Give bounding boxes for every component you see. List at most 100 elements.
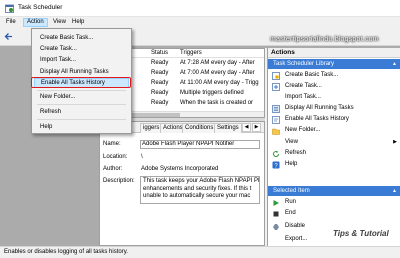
- description-line: enhancements and security fixes. If this…: [143, 185, 252, 192]
- action-label: New Folder...: [285, 127, 321, 133]
- action-label: View: [285, 139, 298, 145]
- description-line: unable to automatically secure your mac: [143, 193, 251, 199]
- menu-separator: [37, 90, 126, 91]
- task-details-pane: iggers Actions Conditions Settings ◀ ▶ N…: [99, 121, 265, 246]
- folder-icon: [272, 128, 280, 135]
- window-title: Task Scheduler: [18, 4, 63, 11]
- action-create-task[interactable]: Create Task...: [268, 81, 400, 92]
- action-run[interactable]: Run: [268, 197, 400, 208]
- action-import-task[interactable]: Import Task...: [268, 92, 400, 103]
- menu-item-label: Refresh: [40, 109, 62, 115]
- menu-view[interactable]: View: [50, 18, 69, 27]
- name-field[interactable]: Adobe Flash Player NPAPI Notifier: [140, 140, 260, 149]
- menu-action[interactable]: Action: [23, 18, 48, 27]
- tab-conditions[interactable]: Conditions: [182, 123, 217, 133]
- tab-triggers[interactable]: iggers: [140, 123, 163, 133]
- menu-item-label: Create Basic Task...: [40, 35, 94, 41]
- action-refresh[interactable]: Refresh: [268, 148, 400, 159]
- author-label: Author:: [103, 166, 123, 172]
- menu-file[interactable]: File: [3, 18, 19, 27]
- menu-item-create-task[interactable]: Create Task...: [32, 44, 131, 54]
- action-label: Create Basic Task...: [285, 72, 339, 78]
- menu-item-label: Import Task...: [40, 57, 76, 63]
- menu-item-display-running-tasks[interactable]: Display All Running Tasks: [32, 67, 131, 77]
- action-end[interactable]: End: [268, 208, 400, 219]
- back-arrow-icon[interactable]: [4, 32, 13, 41]
- action-label: Create Task...: [285, 83, 322, 89]
- action-label: Display All Running Tasks: [285, 105, 354, 111]
- action-label: Export...: [285, 236, 308, 242]
- action-label: Disable: [285, 223, 306, 229]
- highlight-outline: [31, 77, 131, 88]
- column-status[interactable]: Status: [151, 50, 168, 56]
- history-icon: [272, 116, 280, 124]
- description-label: Description:: [103, 178, 135, 184]
- action-create-basic-task[interactable]: Create Basic Task...: [268, 70, 400, 81]
- location-value: \: [141, 154, 143, 160]
- menu-item-label: New Folder...: [40, 94, 76, 100]
- running-tasks-icon: [272, 105, 280, 113]
- section-label: Selected Item: [273, 188, 310, 194]
- name-label: Name:: [103, 141, 121, 147]
- column-triggers[interactable]: Triggers: [180, 50, 202, 56]
- author-value: Adobe Systems Incorporated: [141, 166, 219, 172]
- action-label: Run: [285, 199, 297, 205]
- menu-item-import-task[interactable]: Import Task...: [32, 55, 131, 65]
- action-view[interactable]: View ▶: [268, 137, 400, 148]
- menu-item-help[interactable]: Help: [32, 122, 131, 132]
- menu-item-refresh[interactable]: Refresh: [32, 107, 131, 117]
- row-status: Ready: [151, 90, 169, 96]
- task-scheduler-icon: [5, 4, 14, 13]
- disable-icon: [273, 224, 279, 230]
- action-display-running-tasks[interactable]: Display All Running Tasks: [268, 103, 400, 114]
- action-enable-tasks-history[interactable]: Enable All Tasks History: [268, 114, 400, 125]
- action-label: Refresh: [285, 150, 307, 156]
- watermark-url: mastertipsorialindo.blogspot.com: [270, 36, 379, 43]
- run-icon: [273, 200, 279, 206]
- menu-item-create-basic-task[interactable]: Create Basic Task...: [32, 33, 131, 43]
- section-label: Task Scheduler Library: [273, 61, 335, 67]
- tab-scroll-left-icon[interactable]: ◀: [242, 123, 251, 132]
- action-label: End: [285, 210, 296, 216]
- menu-separator: [37, 104, 126, 105]
- import-task-icon: [272, 94, 280, 102]
- task-scheduler-library-section[interactable]: Task Scheduler Library ▲: [268, 59, 400, 69]
- tab-scroll-right-icon[interactable]: ▶: [252, 123, 261, 132]
- description-line: This task keeps your Adobe Flash NPAPI P…: [143, 178, 260, 184]
- row-trigger: Multiple triggers defined: [180, 90, 244, 96]
- end-icon: [273, 211, 279, 217]
- view-icon: [272, 139, 280, 147]
- action-help[interactable]: ? Help: [268, 159, 400, 170]
- actions-pane: Actions Task Scheduler Library ▲ Create …: [267, 48, 400, 246]
- action-label: Help: [285, 161, 298, 167]
- action-new-folder[interactable]: New Folder...: [268, 125, 400, 136]
- row-trigger: At 7:28 AM every day - After: [180, 60, 255, 66]
- create-task-icon: [272, 83, 280, 91]
- menu-help[interactable]: Help: [69, 18, 87, 27]
- menu-item-new-folder[interactable]: New Folder...: [32, 92, 131, 102]
- menu-item-label: Display All Running Tasks: [40, 69, 109, 75]
- status-bar: Enables or disables logging of all tasks…: [0, 246, 400, 258]
- actions-header: Actions: [268, 48, 400, 58]
- menu-item-label: Create Task...: [40, 46, 77, 52]
- collapse-up-icon[interactable]: ▲: [392, 59, 397, 69]
- description-field[interactable]: This task keeps your Adobe Flash NPAPI P…: [140, 176, 260, 204]
- help-icon: ?: [272, 161, 280, 169]
- row-status: Ready: [151, 80, 169, 86]
- watermark-logo: Tips & Tutorial: [333, 229, 389, 238]
- export-icon: [272, 236, 280, 244]
- row-trigger: At 11:00 AM every day - Trigg: [180, 80, 259, 86]
- collapse-up-icon[interactable]: ▲: [392, 186, 397, 196]
- row-trigger: At 7:00 AM every day - After: [180, 70, 255, 76]
- submenu-arrow-icon: ▶: [393, 139, 397, 145]
- tab-settings[interactable]: Settings: [214, 123, 242, 133]
- row-status: Ready: [151, 60, 169, 66]
- refresh-icon: [273, 150, 279, 157]
- location-label: Location:: [103, 154, 128, 160]
- menu-bar: File Action View Help: [0, 17, 400, 28]
- title-bar: Task Scheduler: [0, 0, 400, 17]
- selected-item-section[interactable]: Selected Item ▲: [268, 186, 400, 196]
- status-text: Enables or disables logging of all tasks…: [4, 249, 128, 255]
- row-status: Ready: [151, 70, 169, 76]
- action-label: Import Task...: [285, 94, 321, 100]
